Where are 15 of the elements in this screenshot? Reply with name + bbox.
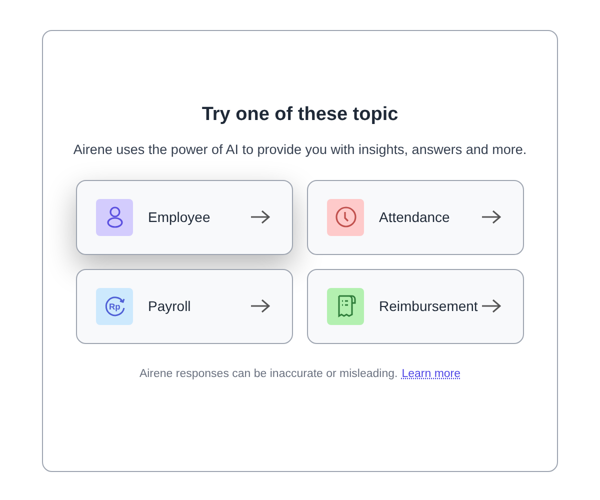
learn-more-link[interactable]: Learn more <box>402 366 461 383</box>
heading: Try one of these topic <box>202 103 398 127</box>
receipt-icon <box>336 294 356 318</box>
subtitle: Airene uses the power of AI to provide you with insights, answers and more. <box>73 140 527 159</box>
disclaimer: Airene responses can be inaccurate or misleading. <box>139 366 398 382</box>
topic-card[interactable]: Employee <box>76 180 293 255</box>
arrow-right-icon <box>250 299 270 314</box>
topic-card[interactable]: Attendance <box>307 180 524 255</box>
arrow-right-icon <box>250 210 270 224</box>
topic-card[interactable]: Reimbursement <box>307 268 524 344</box>
arrow-right-icon <box>481 299 501 314</box>
clock-icon <box>334 206 356 228</box>
topic-card[interactable]: Rp Payroll <box>76 268 293 344</box>
arrow-right-icon <box>481 210 501 224</box>
person-icon <box>106 206 122 228</box>
